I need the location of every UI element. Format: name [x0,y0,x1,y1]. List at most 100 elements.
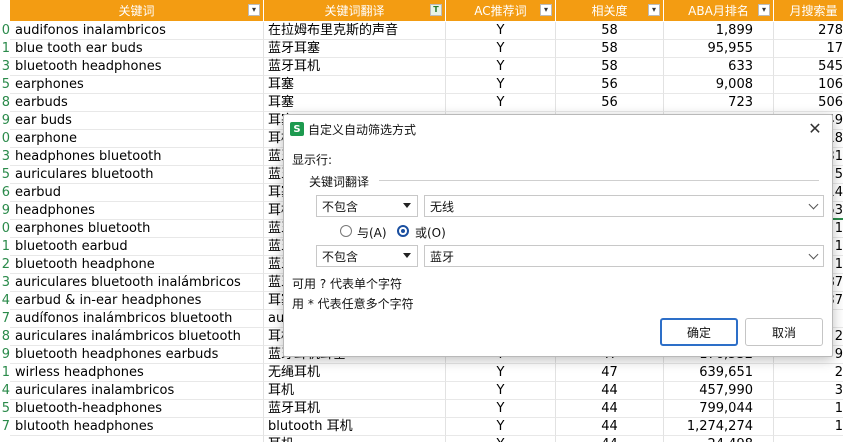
table-row[interactable]: 3 bluetooth headphones 蓝牙耳机 Y 58 633 545 [0,58,843,76]
monthly-search-cell[interactable] [774,436,843,442]
and-radio-label[interactable]: 与(A) [357,224,387,241]
filter-dropdown-icon[interactable]: ▾ [248,4,260,16]
col-header-keyword[interactable]: 关键词 ▾ [10,0,264,21]
table-row[interactable]: 7 blutooth headphones blutooth 耳机 Y 44 1,274,… [0,418,843,436]
keyword-cell[interactable]: auriculares bluetooth inalámbricos [10,274,264,292]
keyword-cell[interactable]: headphones bluetooth [10,148,264,166]
keyword-cell[interactable]: bluetooth earbud [10,238,264,256]
keyword-cell[interactable]: headphones [10,202,264,220]
translation-cell[interactable]: 耳机 [264,382,446,400]
keyword-cell[interactable]: earbud & in-ear headphones [10,292,264,310]
table-row[interactable]: 0 audifonos inalambricos 在拉姆布里克斯的声音 Y 58 1,89… [0,22,843,40]
ac-cell[interactable]: Y [446,40,556,58]
keyword-cell[interactable]: auriculares inalambricos [10,382,264,400]
condition1-operator-select[interactable]: 不包含 [316,195,418,217]
keyword-cell[interactable]: bluetooth headphones [10,58,264,76]
col-header-translation[interactable]: 关键词翻译 T [264,0,446,21]
keyword-cell[interactable]: ear buds [10,112,264,130]
filter-active-icon[interactable]: T [430,4,442,16]
relevance-cell[interactable]: 56 [556,76,664,94]
table-row[interactable]: 8 earbuds 耳塞 Y 56 723 506 [0,94,843,112]
ac-cell[interactable]: Y [446,436,556,442]
aba-rank-cell[interactable]: 723 [664,94,774,112]
translation-cell[interactable]: 无绳耳机 [264,364,446,382]
monthly-search-cell[interactable]: 2 [774,364,843,382]
translation-cell[interactable]: 在拉姆布里克斯的声音 [264,22,446,40]
translation-cell[interactable]: 蓝牙耳塞 [264,40,446,58]
ok-button[interactable]: 确定 [660,318,738,346]
relevance-cell[interactable]: 44 [556,418,664,436]
monthly-search-cell[interactable]: 17 [774,40,843,58]
aba-rank-cell[interactable]: 1,274,274 [664,418,774,436]
filter-dropdown-icon[interactable]: ▾ [648,4,660,16]
translation-cell[interactable]: 蓝牙耳机 [264,58,446,76]
keyword-cell[interactable]: bluetooth headphones earbuds [10,346,264,364]
relevance-cell[interactable]: 58 [556,22,664,40]
relevance-cell[interactable]: 44 [556,400,664,418]
translation-cell[interactable]: blutooth 耳机 [264,418,446,436]
col-header-ac[interactable]: AC推荐词 ▾ [446,0,556,21]
aba-rank-cell[interactable]: 9,008 [664,76,774,94]
ac-cell[interactable]: Y [446,76,556,94]
col-header-monthly-search[interactable]: 月搜索量 [774,0,843,21]
aba-rank-cell[interactable]: 1,899 [664,22,774,40]
keyword-cell[interactable]: auriculares bluetooth [10,166,264,184]
monthly-search-cell[interactable]: 1 [774,400,843,418]
translation-cell[interactable]: 耳机 [264,436,446,442]
ac-cell[interactable]: Y [446,400,556,418]
aba-rank-cell[interactable]: 799,044 [664,400,774,418]
relevance-cell[interactable]: 44 [556,436,664,442]
keyword-cell[interactable]: earbud [10,184,264,202]
table-row[interactable]: 耳机Y4424,498 [0,436,843,442]
aba-rank-cell[interactable]: 457,990 [664,382,774,400]
keyword-cell[interactable]: blue tooth ear buds [10,40,264,58]
ac-cell[interactable]: Y [446,382,556,400]
keyword-cell[interactable]: wirless headphones [10,364,264,382]
and-radio[interactable] [340,225,352,237]
table-row[interactable]: 1 wirless headphones 无绳耳机 Y 47 639,651 2 [0,364,843,382]
relevance-cell[interactable]: 58 [556,40,664,58]
condition2-value-combobox[interactable]: 蓝牙 [424,245,824,267]
or-radio-label[interactable]: 或(O) [415,224,446,241]
keyword-cell[interactable]: earbuds [10,94,264,112]
or-radio[interactable] [397,225,409,237]
monthly-search-cell[interactable]: 545 [774,58,843,76]
col-header-aba-rank[interactable]: ABA月排名 ▾ [664,0,774,21]
keyword-cell[interactable]: earphone [10,130,264,148]
keyword-cell[interactable]: audifonos inalambricos [10,22,264,40]
keyword-cell[interactable]: bluetooth headphone [10,256,264,274]
aba-rank-cell[interactable]: 24,498 [664,436,774,442]
aba-rank-cell[interactable]: 633 [664,58,774,76]
dialog-titlebar[interactable]: S 自定义自动筛选方式 ✕ [284,115,832,143]
monthly-search-cell[interactable]: 106 [774,76,843,94]
condition1-value-combobox[interactable]: 无线 [424,195,824,217]
keyword-cell[interactable]: earphones [10,76,264,94]
keyword-cell[interactable]: blutooth headphones [10,418,264,436]
monthly-search-cell[interactable]: 1 [774,418,843,436]
keyword-cell[interactable]: auriculares inalámbricos bluetooth [10,328,264,346]
relevance-cell[interactable]: 47 [556,364,664,382]
table-row[interactable]: 1 blue tooth ear buds 蓝牙耳塞 Y 58 95,955 17 [0,40,843,58]
col-header-relevance[interactable]: 相关度 ▾ [556,0,664,21]
aba-rank-cell[interactable]: 639,651 [664,364,774,382]
close-icon[interactable]: ✕ [806,119,824,138]
keyword-cell[interactable]: earphones bluetooth [10,220,264,238]
table-row[interactable]: 5 earphones 耳塞 Y 56 9,008 106 [0,76,843,94]
table-row[interactable]: 5 bluetooth-headphones 蓝牙耳机 Y 44 799,044 1 [0,400,843,418]
ac-cell[interactable]: Y [446,58,556,76]
ac-cell[interactable]: Y [446,364,556,382]
relevance-cell[interactable]: 56 [556,94,664,112]
translation-cell[interactable]: 蓝牙耳机 [264,400,446,418]
keyword-cell[interactable] [10,436,264,442]
table-row[interactable]: 4 auriculares inalambricos 耳机 Y 44 457,990 3 [0,382,843,400]
condition2-operator-select[interactable]: 不包含 [316,245,418,267]
keyword-cell[interactable]: bluetooth-headphones [10,400,264,418]
ac-cell[interactable]: Y [446,94,556,112]
monthly-search-cell[interactable]: 278 [774,22,843,40]
ac-cell[interactable]: Y [446,22,556,40]
relevance-cell[interactable]: 44 [556,382,664,400]
relevance-cell[interactable]: 58 [556,58,664,76]
monthly-search-cell[interactable]: 506 [774,94,843,112]
keyword-cell[interactable]: audífonos inalámbricos bluetooth [10,310,264,328]
filter-dropdown-icon[interactable]: ▾ [540,4,552,16]
